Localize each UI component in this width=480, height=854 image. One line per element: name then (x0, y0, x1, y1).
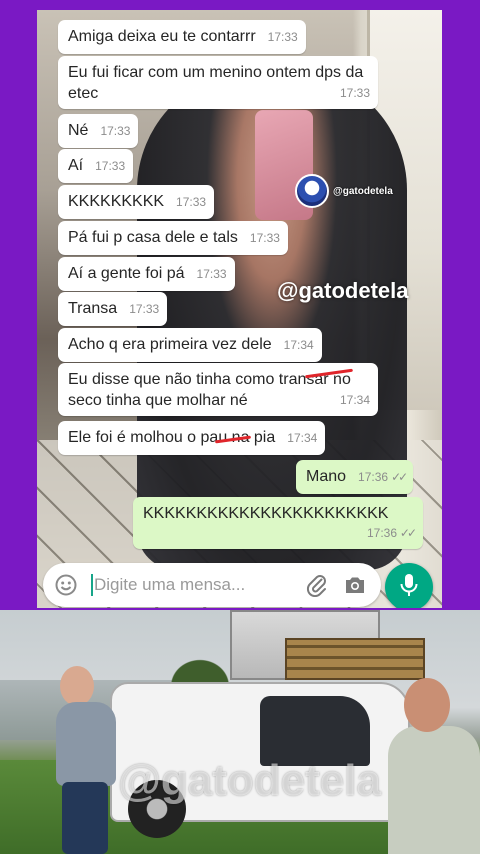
message-bubble-incoming[interactable]: KKKKKKKKK 17:33 (58, 185, 215, 219)
message-time: 17:34 (339, 393, 370, 407)
message-bubble-incoming[interactable]: Amiga deixa eu te contarrr 17:33 (58, 20, 306, 54)
message-text: Acho q era primeira vez dele (68, 336, 272, 353)
camera-icon[interactable] (343, 573, 367, 597)
photo-man-right (388, 670, 480, 854)
message-composer[interactable]: Digite uma mensa... (43, 563, 381, 607)
message-bubble-incoming[interactable]: Aí a gente foi pá 17:33 (58, 257, 235, 291)
message-time: 17:33 (249, 231, 280, 245)
watermark-large-text: @gatodetela (277, 278, 409, 303)
watermark-photo-text: @gatodetela (118, 756, 381, 805)
message-bubble-incoming[interactable]: Transa 17:33 (58, 292, 168, 326)
message-bubble-incoming[interactable]: Ele foi é molhou o pau na pia 17:34 (58, 421, 326, 455)
message-text: KKKKKKKKK (68, 193, 165, 210)
message-bubble-incoming[interactable]: Né 17:33 (58, 114, 139, 148)
message-text: Mano (306, 468, 347, 485)
paperclip-icon[interactable] (305, 573, 329, 598)
message-bubble-incoming[interactable]: Eu fui ficar com um menino ontem dps da … (58, 56, 378, 109)
message-time: 17:33 (267, 30, 298, 44)
message-time: 17:33 (176, 195, 207, 209)
message-time: 17:33 (129, 302, 160, 316)
watermark-small: @gatodetela (295, 174, 393, 208)
chat-screenshot: Amiga deixa eu te contarrr 17:33 Eu fui f… (37, 10, 442, 608)
text-cursor (91, 574, 93, 596)
message-time: 17:34 (287, 431, 318, 445)
watermark-avatar (295, 174, 329, 208)
message-time: 17:34 (283, 338, 314, 352)
message-text: Aí (68, 157, 84, 174)
message-text: Né (68, 122, 89, 139)
message-time: 17:36 (358, 470, 389, 484)
microphone-icon (399, 573, 419, 602)
message-bubble-incoming[interactable]: Pá fui p casa dele e tals 17:33 (58, 221, 288, 255)
message-text: Amiga deixa eu te contarrr (68, 28, 256, 45)
message-time: 17:33 (100, 124, 131, 138)
microphone-button[interactable] (385, 563, 433, 608)
message-time: 17:33 (196, 267, 227, 281)
message-bubble-outgoing[interactable]: Mano 17:36 ✓✓ (296, 460, 414, 494)
watermark-small-text: @gatodetela (333, 185, 393, 197)
message-time: 17:36 (366, 526, 397, 540)
message-bubble-incoming[interactable]: Aí 17:33 (58, 149, 134, 183)
message-bubble-outgoing[interactable]: KKKKKKKKKKKKKKKKKKKKKKK 17:36 ✓✓ (133, 497, 423, 549)
message-time: 17:33 (339, 86, 370, 100)
message-text: Eu fui ficar com um menino ontem dps da … (68, 64, 364, 102)
message-text: Pá fui p casa dele e tals (68, 229, 238, 246)
double-check-icon: ✓✓ (391, 470, 408, 484)
double-check-icon: ✓✓ (399, 526, 417, 540)
emoji-icon[interactable] (55, 574, 77, 596)
message-text: Transa (68, 300, 118, 317)
message-text: KKKKKKKKKKKKKKKKKKKKKKK (143, 505, 389, 522)
message-time: 17:33 (95, 159, 126, 173)
message-input[interactable]: Digite uma mensa... (94, 575, 305, 595)
reaction-photo: @gatodetela (0, 610, 480, 854)
photo-man-left (48, 666, 128, 854)
message-bubble-incoming[interactable]: Acho q era primeira vez dele 17:34 (58, 328, 322, 362)
message-text: Aí a gente foi pá (68, 265, 185, 282)
